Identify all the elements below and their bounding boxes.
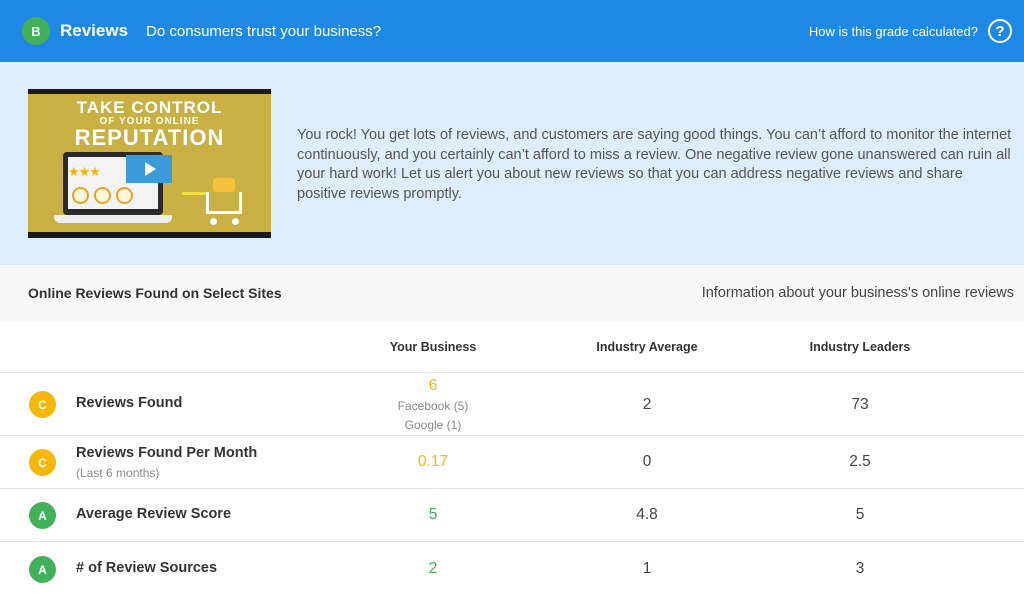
your-business-value: 0.17 — [417, 453, 449, 470]
video-thumbnail[interactable]: TAKE CONTROL OF YOUR ONLINE REPUTATION ★… — [28, 89, 271, 238]
table-header-row: Your Business Industry Average Industry … — [0, 321, 1024, 373]
coins-icon — [213, 178, 235, 192]
industry-average-value: 1 — [642, 560, 652, 577]
video-artwork: TAKE CONTROL OF YOUR ONLINE REPUTATION ★… — [28, 94, 271, 232]
grade-calculation-link[interactable]: How is this grade calculated? — [809, 24, 978, 39]
section-header: Online Reviews Found on Select Sites Inf… — [0, 265, 1024, 321]
cart-wheel — [232, 218, 239, 225]
row-label: Reviews Found Per Month — [76, 445, 258, 461]
table-row: C Reviews Found 6 Facebook (5) Google (1… — [0, 373, 1024, 436]
page-header: B Reviews Do consumers trust your busine… — [0, 0, 1024, 62]
row-sublabel: (Last 6 months) — [76, 466, 160, 480]
industry-leaders-value: 2.5 — [849, 453, 871, 470]
info-panel: TAKE CONTROL OF YOUR ONLINE REPUTATION ★… — [0, 62, 1024, 265]
grade-badge: C — [29, 391, 56, 418]
source-detail: Google (1) — [404, 418, 462, 432]
row-label: # of Review Sources — [76, 560, 218, 576]
industry-leaders-value: 5 — [855, 506, 865, 523]
table-row: C Reviews Found Per Month (Last 6 months… — [0, 436, 1024, 489]
industry-average-value: 0 — [642, 453, 652, 470]
laptop-base — [54, 215, 172, 223]
row-label: Average Review Score — [76, 506, 232, 522]
grade-badge: A — [29, 502, 56, 529]
section-info: Information about your business's online… — [701, 285, 1014, 301]
table-row: A # of Review Sources 2 1 3 — [0, 542, 1024, 596]
rating-stars-icon: ★★★ — [68, 164, 101, 179]
column-header-industry-average: Industry Average — [596, 340, 698, 354]
recommendation-text: You rock! You get lots of reviews, and c… — [297, 127, 1012, 202]
industry-leaders-value: 73 — [851, 396, 869, 413]
grade-badge: C — [29, 449, 56, 476]
table-row: A Average Review Score 5 4.8 5 — [0, 489, 1024, 542]
video-title-line-3: REPUTATION — [74, 125, 225, 150]
overall-grade-badge: B — [22, 17, 50, 45]
your-business-value: 6 — [428, 377, 438, 394]
industry-average-value: 4.8 — [636, 506, 658, 523]
section-title: Online Reviews Found on Select Sites — [28, 285, 282, 301]
grade-badge: A — [29, 556, 56, 583]
source-detail: Facebook (5) — [397, 399, 469, 413]
phone-bubble-icon — [72, 187, 89, 204]
row-label: Reviews Found — [76, 395, 183, 411]
industry-average-value: 2 — [642, 396, 652, 413]
your-business-value: 2 — [428, 560, 438, 577]
page-title: Reviews — [60, 21, 129, 40]
video-title-line-1: TAKE CONTROL — [76, 98, 223, 117]
shopping-cart-icon — [206, 192, 242, 214]
location-bubble-icon — [116, 187, 133, 204]
page-subtitle: Do consumers trust your business? — [146, 22, 382, 40]
chat-bubble-icon — [94, 187, 111, 204]
reviews-table: Your Business Industry Average Industry … — [0, 321, 1024, 596]
cart-wheel — [210, 218, 217, 225]
industry-leaders-value: 3 — [855, 560, 865, 577]
cart-motion-line — [182, 192, 208, 195]
column-header-your-business: Your Business — [389, 340, 477, 354]
your-business-value: 5 — [428, 506, 438, 523]
grade-help: How is this grade calculated? ? — [809, 0, 1012, 62]
help-circle-icon[interactable]: ? — [988, 19, 1012, 43]
column-header-industry-leaders: Industry Leaders — [809, 340, 911, 354]
play-icon[interactable] — [126, 155, 172, 183]
